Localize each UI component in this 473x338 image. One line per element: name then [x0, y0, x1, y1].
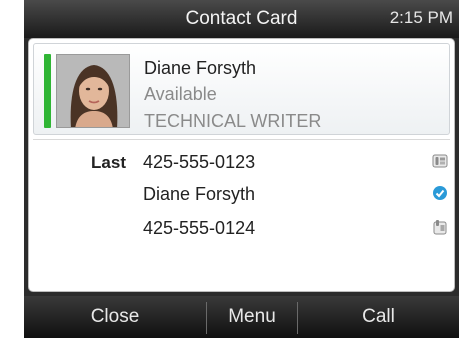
chat-contact-name: Diane Forsyth [143, 184, 256, 204]
detail-row-work-phone[interactable]: Last 425-555-0123 [29, 147, 454, 177]
softkey-bar: Close Menu Call [24, 296, 459, 338]
contact-name: Diane Forsyth [144, 58, 257, 78]
detail-row-mobile-phone[interactable]: 425-555-0124 [29, 213, 454, 243]
detail-label: Last [91, 153, 126, 172]
detail-row-chat[interactable]: Diane Forsyth [29, 179, 454, 209]
avatar-photo-icon [57, 55, 129, 127]
divider [33, 139, 450, 140]
work-phone-number: 425-555-0123 [143, 152, 256, 172]
contact-job-title: TECHNICAL WRITER [144, 111, 322, 131]
phone-device: Contact Card 2:15 PM Diane Forsyth Avail… [24, 0, 459, 338]
close-softkey[interactable]: Close [24, 296, 206, 338]
presence-status: Available [144, 84, 217, 104]
contact-card-screen: Diane Forsyth Available TECHNICAL WRITER… [28, 38, 455, 292]
work-phone-icon [432, 154, 448, 168]
contact-header[interactable]: Diane Forsyth Available TECHNICAL WRITER [33, 43, 450, 135]
presence-indicator [44, 54, 51, 128]
chat-icon [433, 186, 447, 200]
call-softkey[interactable]: Call [298, 296, 459, 338]
mobile-phone-number: 425-555-0124 [143, 218, 256, 238]
mobile-phone-icon [433, 220, 447, 235]
menu-softkey[interactable]: Menu [207, 296, 297, 338]
title-bar: Contact Card 2:15 PM [24, 0, 459, 38]
clock: 2:15 PM [389, 8, 453, 27]
avatar [56, 54, 130, 128]
